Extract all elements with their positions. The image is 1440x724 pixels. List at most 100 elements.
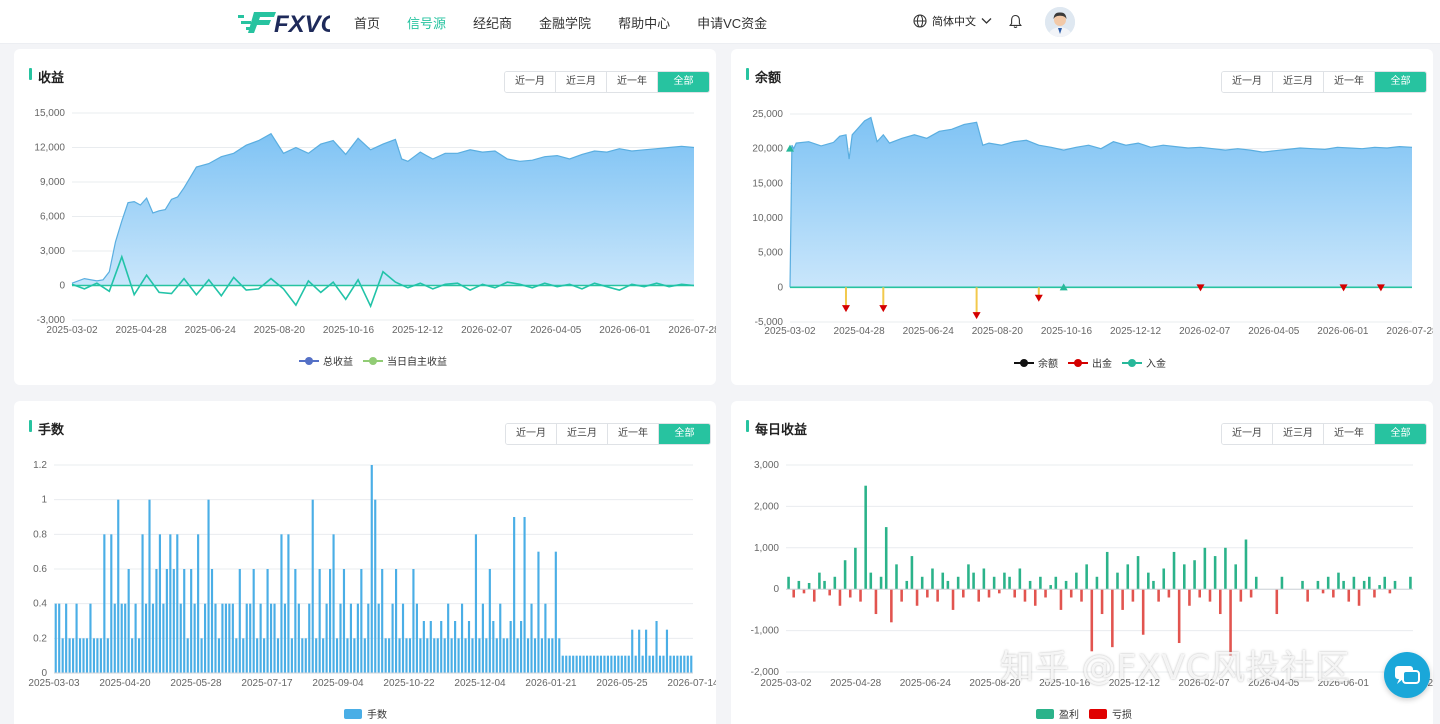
x-tick-label: 2025-03-02 bbox=[760, 678, 812, 689]
profit-bar bbox=[797, 580, 801, 590]
legend-lots[interactable]: 手数 bbox=[344, 706, 387, 721]
y-tick-label: 0.6 bbox=[33, 564, 47, 575]
lots-bar bbox=[158, 534, 161, 673]
lots-bar bbox=[561, 655, 564, 673]
lots-bar bbox=[203, 603, 207, 673]
profit-bar bbox=[1234, 564, 1237, 590]
profit-bar bbox=[956, 576, 960, 590]
lots-bar bbox=[464, 638, 467, 673]
x-tick-label: 2025-04-28 bbox=[116, 325, 168, 336]
nav-signals[interactable]: 信号源 bbox=[407, 13, 446, 32]
lots-bar bbox=[648, 655, 651, 673]
lots-bar bbox=[332, 534, 335, 673]
lots-bar bbox=[54, 603, 57, 673]
lots-bar bbox=[641, 655, 644, 673]
y-tick-label: 0.2 bbox=[33, 633, 47, 644]
legend-balance[interactable]: 余额 bbox=[1014, 355, 1058, 370]
profit-bar bbox=[967, 564, 970, 590]
lots-bar bbox=[658, 655, 662, 673]
profit-bar bbox=[1147, 572, 1150, 590]
nav-help[interactable]: 帮助中心 bbox=[618, 13, 670, 32]
lots-bar bbox=[283, 603, 287, 673]
loss-bar bbox=[926, 589, 929, 598]
legend-daily-self-income[interactable]: 当日自主收益 bbox=[363, 353, 447, 368]
lots-bar bbox=[499, 603, 502, 673]
profit-bar bbox=[1028, 580, 1032, 590]
profit-bar bbox=[1362, 580, 1366, 590]
profit-bar bbox=[833, 576, 837, 590]
y-tick-label: 20,000 bbox=[752, 144, 783, 155]
lots-bar bbox=[68, 638, 71, 673]
x-tick-label: 2025-05-28 bbox=[170, 678, 222, 689]
y-tick-label: 0 bbox=[777, 282, 783, 293]
nav-academy[interactable]: 金融学院 bbox=[539, 13, 591, 32]
profit-bar bbox=[1280, 576, 1284, 590]
lots-bar bbox=[599, 655, 603, 673]
profit-bar bbox=[1326, 576, 1330, 590]
lots-bar bbox=[235, 638, 238, 673]
lots-bar bbox=[613, 655, 616, 673]
loss-bar bbox=[812, 589, 816, 602]
profit-bar bbox=[1378, 585, 1381, 590]
withdrawal-marker bbox=[841, 305, 850, 313]
lots-bar bbox=[353, 638, 356, 673]
lots-bar bbox=[304, 638, 307, 673]
lots-bar bbox=[228, 603, 231, 673]
x-tick-label: 2026-02-07 bbox=[1179, 326, 1231, 337]
loss-bar bbox=[998, 589, 1001, 594]
lots-bar bbox=[193, 603, 196, 673]
loss-bar bbox=[1100, 589, 1104, 615]
lots-bar bbox=[554, 551, 557, 673]
x-tick-label: 2025-06-24 bbox=[185, 325, 237, 336]
lots-bar bbox=[374, 499, 377, 673]
profit-bar bbox=[1224, 547, 1227, 590]
x-tick-label: 2025-10-16 bbox=[323, 325, 375, 336]
profit-bar bbox=[843, 560, 847, 590]
lots-bar bbox=[266, 569, 269, 673]
loss-bar bbox=[1121, 589, 1124, 610]
lots-bar bbox=[436, 638, 439, 673]
lots-bar bbox=[342, 569, 346, 673]
profit-bar bbox=[1008, 576, 1011, 590]
legend-label: 当日自主收益 bbox=[387, 357, 447, 368]
nav-brokers[interactable]: 经纪商 bbox=[473, 13, 512, 32]
lots-bar bbox=[151, 603, 155, 673]
legend-loss[interactable]: 亏损 bbox=[1089, 706, 1132, 721]
lots-bar bbox=[335, 638, 339, 673]
y-tick-label: 1 bbox=[41, 495, 47, 506]
x-tick-label: 2025-03-02 bbox=[764, 326, 816, 337]
lots-bar bbox=[547, 638, 550, 673]
lots-bar bbox=[565, 655, 568, 673]
user-avatar[interactable] bbox=[1045, 7, 1075, 37]
lots-bar bbox=[388, 638, 391, 673]
lots-bar bbox=[221, 603, 224, 673]
legend-label: 亏损 bbox=[1112, 710, 1132, 721]
legend-profit[interactable]: 盈利 bbox=[1036, 706, 1079, 721]
nav-home[interactable]: 首页 bbox=[354, 13, 380, 32]
y-tick-label: 0 bbox=[59, 281, 65, 292]
lots-bar bbox=[339, 603, 342, 673]
legend-withdrawal[interactable]: 出金 bbox=[1068, 355, 1112, 370]
lots-bar bbox=[242, 638, 245, 673]
y-tick-label: 0.8 bbox=[33, 529, 47, 540]
loss-bar bbox=[1013, 589, 1016, 598]
legend-deposit[interactable]: 入金 bbox=[1122, 355, 1166, 370]
x-tick-label: 2025-12-12 bbox=[392, 325, 444, 336]
lots-bar bbox=[513, 517, 516, 673]
language-selector[interactable]: 简体中文 bbox=[913, 13, 992, 29]
profit-bar bbox=[1085, 564, 1088, 590]
profit-bar bbox=[920, 576, 924, 590]
lots-bar bbox=[96, 638, 99, 673]
loss-bar bbox=[1188, 589, 1191, 606]
x-tick-label: 2025-06-24 bbox=[903, 326, 955, 337]
bell-icon[interactable] bbox=[1009, 14, 1022, 29]
chat-button[interactable] bbox=[1384, 652, 1430, 698]
fxvc-logo[interactable]: FXVC bbox=[238, 8, 330, 36]
loss-bar bbox=[1239, 589, 1243, 602]
nav-apply-vc-fund[interactable]: 申请VC资金 bbox=[697, 13, 767, 32]
x-tick-label: 2025-07-17 bbox=[241, 678, 293, 689]
legend-total-income[interactable]: 总收益 bbox=[299, 353, 353, 368]
lots-bar bbox=[61, 638, 64, 673]
loss-bar bbox=[1373, 589, 1376, 598]
lots-bar bbox=[617, 655, 620, 673]
